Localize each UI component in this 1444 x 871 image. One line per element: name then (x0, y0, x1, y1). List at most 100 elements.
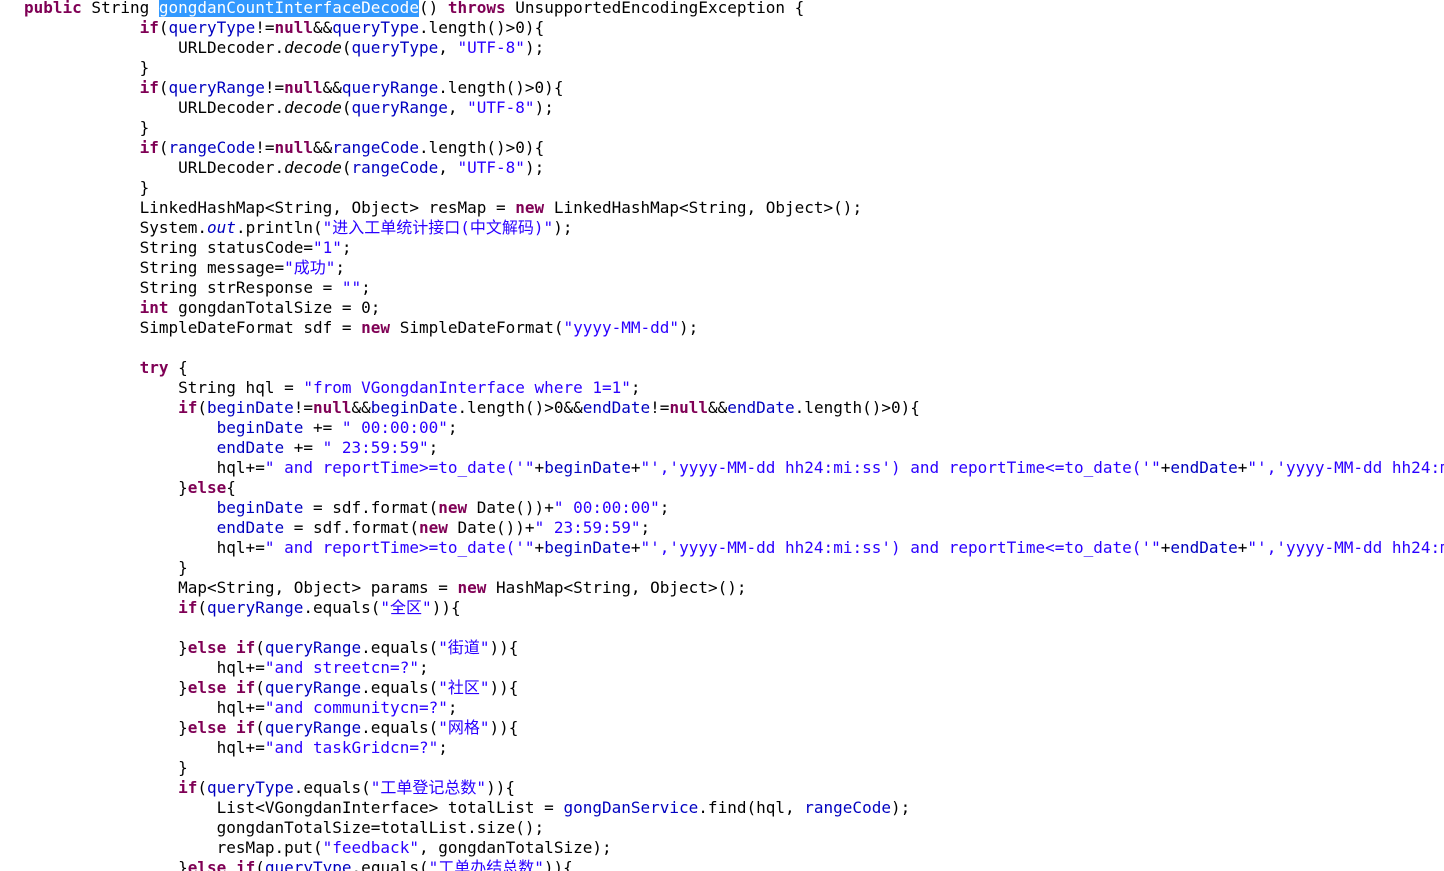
code-line[interactable]: } (24, 58, 1444, 78)
code-line[interactable]: try { (24, 358, 1444, 378)
code-text: + (1237, 458, 1248, 477)
code-text: && (707, 398, 728, 417)
code-line[interactable]: hql+="and streetcn=?"; (24, 658, 1444, 678)
code-string: "" (341, 278, 362, 297)
code-line[interactable]: hql+=" and reportTime>=to_date('"+beginD… (24, 538, 1444, 558)
code-text: hql+= (24, 738, 265, 757)
code-line[interactable]: if(queryRange!=null&&queryRange.length()… (24, 78, 1444, 98)
code-line[interactable]: } (24, 178, 1444, 198)
code-text: ; (341, 238, 352, 257)
code-line[interactable]: public String gongdanCountInterfaceDecod… (24, 0, 1444, 18)
code-line[interactable]: }else{ (24, 478, 1444, 498)
code-static-method: decode (284, 38, 342, 57)
code-line[interactable]: } (24, 758, 1444, 778)
code-line[interactable]: beginDate = sdf.format(new Date())+" 00:… (24, 498, 1444, 518)
code-string: "UTF-8" (457, 158, 525, 177)
code-text: hql+= (24, 698, 265, 717)
code-text: } (24, 858, 188, 871)
code-text: != (264, 78, 285, 97)
code-text: ( (341, 38, 352, 57)
code-line[interactable]: if(rangeCode!=null&&rangeCode.length()>0… (24, 138, 1444, 158)
code-field: gongDanService (563, 798, 699, 817)
code-string: "成功" (284, 258, 336, 277)
code-text: , (438, 38, 458, 57)
code-text: ); (890, 798, 911, 817)
code-text: } (24, 178, 150, 197)
code-line[interactable]: System.out.println("进入工单统计接口(中文解码)"); (24, 218, 1444, 238)
code-string: "and streetcn=?" (264, 658, 419, 677)
code-field: queryRange (264, 678, 362, 697)
code-text: URLDecoder. (24, 98, 285, 117)
code-text: != (255, 18, 275, 37)
code-keyword: if (235, 858, 256, 871)
code-line[interactable] (24, 338, 1444, 358)
code-keyword: null (669, 398, 708, 417)
code-line[interactable]: endDate = sdf.format(new Date())+" 23:59… (24, 518, 1444, 538)
code-keyword: else (187, 678, 227, 697)
code-line[interactable]: gongdanTotalSize=totalList.size(); (24, 818, 1444, 838)
code-text: hql+= (24, 458, 265, 477)
code-text: resMap.put( (24, 838, 323, 857)
code-field: queryRange (264, 638, 362, 657)
code-line[interactable]: List<VGongdanInterface> totalList = gong… (24, 798, 1444, 818)
code-text: { (168, 358, 188, 377)
code-text: + (1237, 538, 1248, 557)
code-line[interactable]: Map<String, Object> params = new HashMap… (24, 578, 1444, 598)
code-line[interactable]: URLDecoder.decode(rangeCode, "UTF-8"); (24, 158, 1444, 178)
code-line[interactable]: hql+="and taskGridcn=?"; (24, 738, 1444, 758)
code-lines[interactable]: public String gongdanCountInterfaceDecod… (24, 0, 1444, 871)
code-text: )){ (486, 778, 515, 797)
code-line[interactable]: hql+="and communitycn=?"; (24, 698, 1444, 718)
code-string: " 23:59:59" (534, 518, 641, 537)
code-line[interactable]: String message="成功"; (24, 258, 1444, 278)
code-line[interactable]: }else if(queryRange.equals("街道")){ (24, 638, 1444, 658)
code-line[interactable]: }else if(queryType.equals("工单办结总数")){ (24, 858, 1444, 871)
code-text: gongdanTotalSize=totalList.size(); (24, 818, 545, 837)
code-text: && (313, 18, 333, 37)
code-line[interactable]: String strResponse = ""; (24, 278, 1444, 298)
code-string: "feedback" (322, 838, 419, 857)
code-line[interactable]: LinkedHashMap<String, Object> resMap = n… (24, 198, 1444, 218)
code-string: "','yyyy-MM-dd hh24:mi:ss')" (1247, 458, 1444, 477)
code-line[interactable]: if(queryRange.equals("全区")){ (24, 598, 1444, 618)
code-line[interactable]: URLDecoder.decode(queryRange, "UTF-8"); (24, 98, 1444, 118)
code-text: + (534, 458, 545, 477)
code-text: String statusCode= (24, 238, 313, 257)
code-line[interactable]: SimpleDateFormat sdf = new SimpleDateFor… (24, 318, 1444, 338)
code-line[interactable]: if(queryType!=null&&queryType.length()>0… (24, 18, 1444, 38)
code-string: "and communitycn=?" (264, 698, 448, 717)
code-line[interactable]: hql+=" and reportTime>=to_date('"+beginD… (24, 458, 1444, 478)
code-line[interactable]: endDate += " 23:59:59"; (24, 438, 1444, 458)
code-editor[interactable]: public String gongdanCountInterfaceDecod… (0, 0, 1444, 871)
code-line[interactable]: URLDecoder.decode(queryType, "UTF-8"); (24, 38, 1444, 58)
code-line[interactable]: String hql = "from VGongdanInterface whe… (24, 378, 1444, 398)
code-text: ; (447, 698, 458, 717)
code-line[interactable]: } (24, 118, 1444, 138)
code-line[interactable] (24, 618, 1444, 638)
code-line[interactable]: }else if(queryRange.equals("网格")){ (24, 718, 1444, 738)
code-line[interactable]: if(queryType.equals("工单登记总数")){ (24, 778, 1444, 798)
code-line[interactable]: beginDate += " 00:00:00"; (24, 418, 1444, 438)
selected-method-name[interactable]: gongdanCountInterfaceDecode (158, 0, 419, 17)
code-string: "网格" (438, 718, 490, 737)
code-line[interactable]: if(beginDate!=null&&beginDate.length()>0… (24, 398, 1444, 418)
code-text: ( (197, 398, 208, 417)
code-string: "from VGongdanInterface where 1=1" (303, 378, 631, 397)
code-text: String message= (24, 258, 285, 277)
code-line[interactable]: int gongdanTotalSize = 0; (24, 298, 1444, 318)
code-line[interactable]: }else if(queryRange.equals("社区")){ (24, 678, 1444, 698)
code-field: queryType (168, 18, 256, 37)
code-string: "社区" (438, 678, 490, 697)
code-field: beginDate (544, 538, 631, 557)
code-string: "UTF-8" (467, 98, 535, 117)
code-line[interactable]: } (24, 558, 1444, 578)
code-text: .length()>0){ (438, 78, 564, 97)
code-text: } (24, 718, 188, 737)
code-line[interactable]: String statusCode="1"; (24, 238, 1444, 258)
code-line[interactable]: resMap.put("feedback", gongdanTotalSize)… (24, 838, 1444, 858)
code-text: , gongdanTotalSize); (418, 838, 612, 857)
code-keyword: if (139, 18, 159, 37)
